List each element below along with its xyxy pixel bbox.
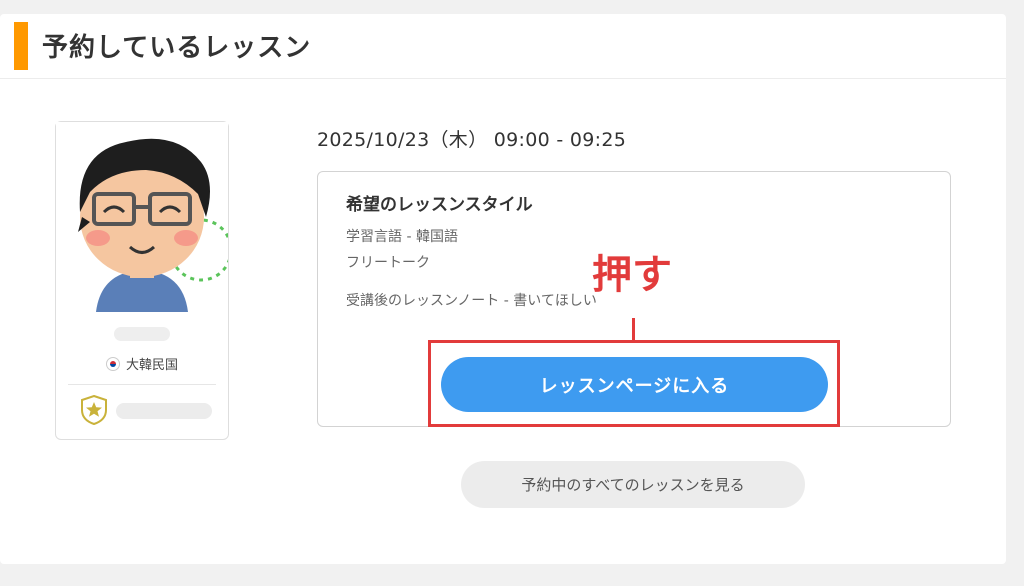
lesson-note-preference: 受講後のレッスンノート - 書いてほしい — [346, 293, 597, 309]
section-header: 予約しているレッスン — [0, 14, 1006, 79]
tutor-country: 大韓民国 — [56, 354, 228, 373]
enter-lesson-page-button[interactable]: レッスンページに入る — [441, 357, 828, 412]
annotation-pointer — [632, 318, 635, 340]
tutor-card[interactable]: 大韓民国 — [55, 121, 229, 440]
lesson-style-title: 希望のレッスンスタイル — [346, 195, 533, 215]
tutor-name-blurred — [114, 327, 170, 341]
view-all-reserved-lessons-button[interactable]: 予約中のすべてのレッスンを見る — [461, 461, 805, 508]
badge-label-blurred — [116, 403, 212, 419]
shield-star-icon — [81, 395, 107, 425]
page-title: 予約しているレッスン — [42, 33, 312, 63]
lesson-mode: フリートーク — [346, 255, 430, 271]
korea-flag-icon — [105, 357, 120, 371]
header-accent-bar — [14, 22, 28, 70]
study-language: 学習言語 - 韓国語 — [346, 229, 458, 245]
tutor-avatar[interactable] — [56, 122, 228, 312]
annotation-label: 押す — [592, 252, 672, 298]
divider — [68, 384, 216, 385]
lesson-datetime: 2025/10/23（木） 09:00 - 09:25 — [317, 129, 627, 151]
country-label: 大韓民国 — [125, 358, 178, 373]
